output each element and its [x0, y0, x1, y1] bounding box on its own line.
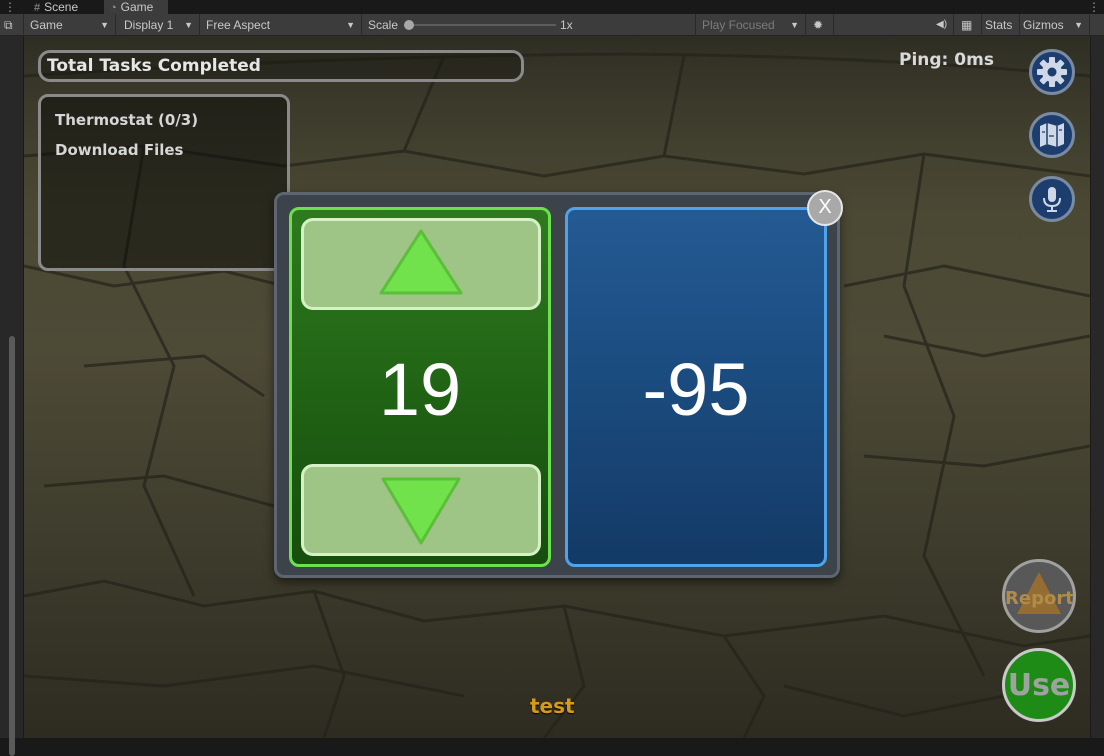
- chevron-down-icon: ▼: [100, 20, 109, 30]
- gamepad-icon: ◔: [110, 2, 117, 14]
- chevron-down-icon: ▼: [790, 20, 799, 30]
- scrollbar[interactable]: [9, 336, 15, 756]
- chevron-down-icon: ▼: [184, 20, 193, 30]
- total-tasks-bar: Total Tasks Completed: [38, 50, 524, 82]
- bug-icon[interactable]: ✹: [806, 14, 834, 36]
- more-menu-icon[interactable]: ⋮: [4, 0, 16, 14]
- maximize-icon[interactable]: ⧉: [0, 14, 24, 36]
- close-button[interactable]: X: [807, 190, 843, 226]
- tab-game[interactable]: ◔ Game: [104, 0, 168, 14]
- increase-button[interactable]: [301, 218, 541, 310]
- settings-button[interactable]: [1029, 49, 1075, 95]
- target-value: -95: [642, 348, 750, 431]
- map-icon: [1040, 123, 1064, 147]
- scale-label: Scale: [368, 18, 399, 32]
- game-view-toolbar: ⧉ Game ▼ Display 1 ▼ Free Aspect ▼ Scale…: [0, 14, 1104, 36]
- gizmos-label: Gizmos: [1023, 18, 1064, 32]
- task-item: Thermostat (0/3): [55, 111, 199, 129]
- microphone-icon: [1043, 187, 1061, 212]
- total-tasks-label: Total Tasks Completed: [47, 56, 261, 76]
- stats-button[interactable]: Stats: [982, 14, 1020, 36]
- task-item: Download Files: [55, 141, 184, 159]
- view-mode-label: Game: [30, 18, 63, 32]
- thermostat-task-dialog: 19 -95 X: [274, 190, 843, 578]
- tab-scene-label: Scene: [44, 0, 79, 14]
- stats-label: Stats: [985, 18, 1013, 32]
- report-label: Report: [1005, 588, 1074, 609]
- editor-tab-bar: ⋮ # Scene ◔ Game ⋮: [0, 0, 1104, 14]
- display-dropdown[interactable]: Display 1 ▼: [118, 14, 200, 36]
- gear-icon: [1037, 57, 1067, 87]
- tab-scene[interactable]: # Scene: [34, 0, 98, 14]
- grid-icon[interactable]: ▦: [954, 14, 982, 36]
- chevron-down-icon: ▼: [1074, 20, 1083, 30]
- tab-game-label: Game: [120, 0, 154, 14]
- player-name: test: [530, 694, 575, 718]
- aspect-dropdown[interactable]: Free Aspect ▼: [200, 14, 362, 36]
- scale-slider-handle[interactable]: [404, 20, 414, 30]
- map-button[interactable]: [1029, 112, 1075, 158]
- report-button[interactable]: Report: [1002, 559, 1076, 633]
- target-value-panel: -95: [565, 207, 827, 567]
- view-mode-dropdown[interactable]: Game ▼: [24, 14, 116, 36]
- use-label: Use: [1007, 668, 1071, 703]
- scale-slider-track[interactable]: [408, 24, 556, 26]
- hash-icon: #: [34, 2, 41, 14]
- arrow-down-icon: [381, 477, 461, 545]
- aspect-label: Free Aspect: [206, 18, 271, 32]
- audio-mute-icon[interactable]: ◀): [930, 14, 954, 36]
- microphone-button[interactable]: [1029, 176, 1075, 222]
- play-mode-label: Play Focused: [702, 18, 775, 32]
- temperature-setting-panel: 19: [289, 207, 551, 567]
- left-panel-strip: [0, 36, 24, 756]
- decrease-button[interactable]: [301, 464, 541, 556]
- setting-value: 19: [378, 348, 462, 431]
- ping-readout: Ping: 0ms: [899, 50, 994, 70]
- right-panel-strip: [1090, 36, 1104, 738]
- use-button[interactable]: Use: [1002, 648, 1076, 722]
- play-mode-dropdown[interactable]: Play Focused ▼: [696, 14, 806, 36]
- gizmos-dropdown[interactable]: Gizmos ▼: [1020, 14, 1090, 36]
- tab-options-icon[interactable]: ⋮: [1088, 0, 1100, 14]
- display-label: Display 1: [124, 18, 174, 32]
- arrow-up-icon: [379, 229, 463, 295]
- chevron-down-icon: ▼: [346, 20, 355, 30]
- scale-value: 1x: [560, 18, 573, 32]
- game-view: Total Tasks Completed Thermostat (0/3) D…: [24, 36, 1090, 738]
- task-list-panel: Thermostat (0/3) Download Files: [38, 94, 290, 271]
